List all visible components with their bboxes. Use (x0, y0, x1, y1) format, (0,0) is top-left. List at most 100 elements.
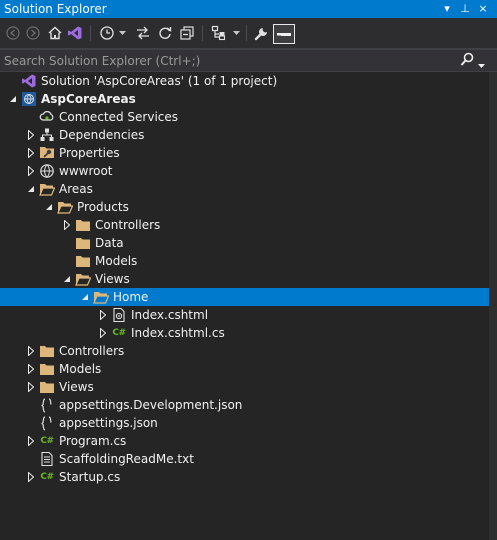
expanded-triangle-icon[interactable] (79, 288, 91, 306)
visual-studio-icon (68, 26, 82, 40)
collapsed-triangle-icon[interactable] (25, 378, 37, 396)
properties-button[interactable] (253, 24, 271, 42)
collapsed-triangle-icon[interactable] (25, 342, 37, 360)
tree-item[interactable]: Properties (0, 144, 489, 162)
tree-item[interactable]: appsettings.json (0, 414, 489, 432)
tree-item[interactable]: C# Index.cshtml.cs (0, 324, 489, 342)
show-all-files-dropdown[interactable] (232, 24, 240, 42)
pending-changes-dropdown[interactable] (118, 24, 126, 42)
folder-icon (39, 361, 55, 377)
expanded-triangle-icon[interactable] (43, 198, 55, 216)
expanded-triangle-icon[interactable] (61, 270, 73, 288)
tree-item-label: Views (59, 380, 94, 394)
forward-button[interactable] (24, 24, 42, 42)
tree-item[interactable]: Connected Services (0, 108, 489, 126)
folder-open-icon (75, 271, 91, 287)
preview-selected-items-button[interactable] (273, 24, 295, 44)
tree-item[interactable]: Models (0, 252, 489, 270)
sync-with-active-document-button[interactable] (134, 24, 152, 42)
chevron-down-icon (478, 64, 485, 68)
auto-hide-pin-button[interactable]: ⊥ (458, 1, 472, 17)
collapsed-triangle-icon[interactable] (25, 468, 37, 486)
home-icon (48, 26, 62, 40)
properties-icon (39, 145, 55, 161)
chevron-down-icon (118, 31, 126, 35)
collapsed-triangle-icon[interactable] (97, 324, 109, 342)
tree-item-label: Dependencies (59, 128, 145, 142)
tree-item[interactable]: Views (0, 270, 489, 288)
tree-item-label: Data (95, 236, 124, 250)
tree-item[interactable]: Home (0, 288, 489, 306)
expanded-triangle-icon[interactable] (7, 90, 19, 108)
tree-item[interactable]: C# Startup.cs (0, 468, 489, 486)
tree-hierarchy-icon (211, 25, 226, 41)
collapsed-triangle-icon[interactable] (25, 126, 37, 144)
collapsed-triangle-icon[interactable] (25, 432, 37, 450)
tree-item-label: Solution 'AspCoreAreas' (1 of 1 project) (41, 74, 278, 88)
folder-icon (39, 379, 55, 395)
show-all-files-button[interactable] (210, 24, 228, 42)
expanded-triangle-icon[interactable] (25, 180, 37, 198)
tree-item-label: Connected Services (59, 110, 179, 124)
tree-item-label: Index.cshtml.cs (131, 326, 225, 340)
toolbar-separator (202, 25, 203, 41)
tree-item[interactable]: Models (0, 360, 489, 378)
razor-file-icon (111, 307, 127, 323)
folder-icon (75, 253, 91, 269)
folder-open-icon (39, 181, 55, 197)
web-project-icon (21, 91, 37, 107)
search-bar (0, 49, 497, 72)
switch-views-button[interactable] (66, 24, 84, 42)
tree-item[interactable]: wwwroot (0, 162, 489, 180)
search-options-dropdown[interactable] (478, 57, 485, 71)
tree-item[interactable]: Controllers (0, 216, 489, 234)
search-button[interactable] (460, 52, 474, 70)
text-file-icon (39, 451, 55, 467)
sync-arrows-icon (137, 26, 149, 40)
solution-icon (21, 73, 37, 89)
pending-changes-filter-button[interactable] (98, 24, 116, 42)
tree-item-label: Controllers (95, 218, 161, 232)
tree-item[interactable]: Controllers (0, 342, 489, 360)
home-button[interactable] (46, 24, 64, 42)
tree-item[interactable]: Index.cshtml (0, 306, 489, 324)
tree-item[interactable]: C# Program.cs (0, 432, 489, 450)
forward-arrow-icon (26, 26, 40, 40)
vertical-scrollbar[interactable] (489, 72, 497, 540)
tree-item-label: Models (59, 362, 102, 376)
collapse-all-button[interactable] (178, 24, 196, 42)
tree-item[interactable]: Solution 'AspCoreAreas' (1 of 1 project) (0, 72, 489, 90)
json-file-icon (39, 415, 55, 431)
tree-item-label: Properties (59, 146, 120, 160)
tree-item[interactable]: Views (0, 378, 489, 396)
collapsed-triangle-icon[interactable] (61, 216, 73, 234)
collapsed-triangle-icon[interactable] (97, 306, 109, 324)
close-button[interactable]: × (476, 1, 490, 17)
wrench-icon (254, 28, 267, 41)
collapsed-triangle-icon[interactable] (25, 144, 37, 162)
tree-item[interactable]: Data (0, 234, 489, 252)
tree-item[interactable]: ScaffoldingReadMe.txt (0, 450, 489, 468)
tree-item[interactable]: Products (0, 198, 489, 216)
refresh-button[interactable] (156, 24, 174, 42)
preview-icon (277, 33, 291, 37)
window-position-dropdown-button[interactable]: ▾ (440, 1, 454, 17)
tree-item[interactable]: AspCoreAreas (0, 90, 489, 108)
tree-item-label: wwwroot (59, 164, 113, 178)
title-bar: Solution Explorer ▾ ⊥ × (0, 0, 497, 18)
tree-item[interactable]: appsettings.Development.json (0, 396, 489, 414)
tree-item[interactable]: Dependencies (0, 126, 489, 144)
refresh-icon (159, 27, 172, 39)
chevron-down-icon (232, 31, 240, 35)
folder-open-icon (57, 199, 73, 215)
collapsed-triangle-icon[interactable] (25, 162, 37, 180)
back-button[interactable] (4, 24, 22, 42)
collapsed-triangle-icon[interactable] (25, 360, 37, 378)
window-title: Solution Explorer (4, 2, 107, 16)
tree-item-label: Home (113, 290, 149, 304)
search-input[interactable] (0, 50, 459, 71)
tree-item[interactable]: Areas (0, 180, 489, 198)
connected-services-icon (39, 109, 55, 125)
csharp-file-icon: C# (112, 328, 126, 338)
search-icon (460, 52, 474, 66)
